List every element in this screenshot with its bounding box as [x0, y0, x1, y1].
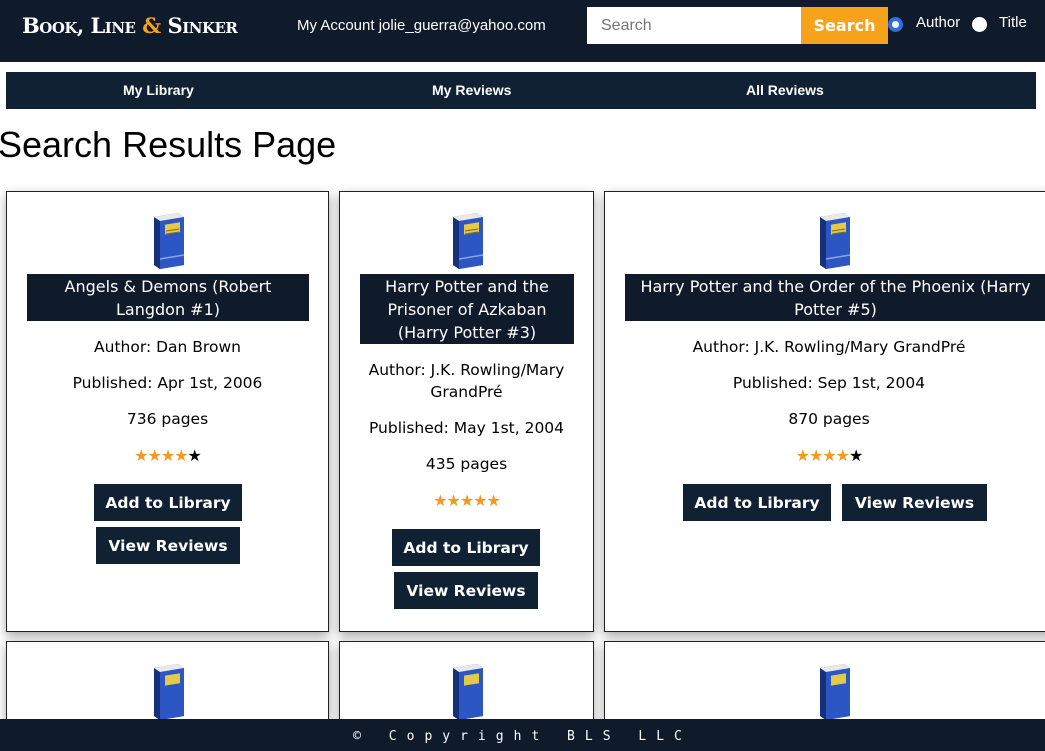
star-icon: ★ — [134, 446, 148, 465]
book-author: Author: J.K. Rowling/Mary GrandPré — [368, 361, 565, 401]
book-card: Harry Potter and the Prisoner of Azkaban… — [339, 191, 594, 632]
book-card: Harry Potter and the Order of the Phoeni… — [604, 191, 1045, 632]
search-input[interactable] — [587, 7, 801, 44]
book-author: Author: Dan Brown — [94, 338, 241, 356]
star-icon: ★ — [147, 446, 161, 465]
book-title[interactable]: Angels & Demons (Robert Langdon #1) — [27, 274, 309, 321]
blue-book-icon — [820, 664, 850, 720]
book-published: Published: Apr 1st, 2006 — [72, 374, 263, 392]
star-icon: ★ — [473, 491, 487, 510]
logo-text-part2: Sinker — [160, 13, 238, 38]
book-card: Angels & Demons (Robert Langdon #1) Auth… — [6, 191, 329, 632]
my-account-link[interactable]: My Account — [297, 17, 375, 34]
radio-author[interactable] — [888, 17, 903, 32]
book-author: Author: J.K. Rowling/Mary GrandPré — [692, 338, 966, 356]
logo-ampersand: & — [142, 13, 161, 38]
blue-book-icon — [820, 213, 851, 269]
star-icon: ★ — [446, 491, 460, 510]
star-icon: ★ — [822, 446, 836, 465]
page-title: Search Results Page — [0, 124, 337, 165]
star-rating: ★★★★★ — [605, 446, 1045, 465]
search-button[interactable]: Search — [801, 7, 888, 44]
star-rating: ★★★★★ — [340, 491, 593, 510]
star-icon: ★ — [459, 491, 474, 510]
view-reviews-button[interactable]: View Reviews — [394, 572, 538, 609]
footer-copyright: © Copyright BLS LLC — [0, 719, 1045, 751]
book-pages: 435 pages — [425, 455, 508, 473]
star-icon: ★ — [160, 446, 175, 465]
add-to-library-button[interactable]: Add to Library — [392, 529, 540, 566]
account-info[interactable]: My Account jolie_guerra@yahoo.com — [297, 17, 546, 34]
book-published: Published: May 1st, 2004 — [368, 419, 565, 437]
star-icon: ★ — [486, 491, 501, 510]
view-reviews-button[interactable]: View Reviews — [842, 484, 987, 521]
blue-book-icon — [154, 213, 185, 269]
nav-my-reviews[interactable]: My Reviews — [432, 82, 511, 98]
account-email: jolie_guerra@yahoo.com — [378, 17, 546, 34]
top-header: Book, Line & Sinker My Account jolie_gue… — [0, 0, 1045, 62]
blue-book-icon — [453, 664, 483, 720]
book-title[interactable]: Harry Potter and the Prisoner of Azkaban… — [360, 274, 574, 344]
star-icon: ★ — [433, 491, 447, 510]
book-pages: 736 pages — [126, 410, 209, 428]
nav-all-reviews[interactable]: All Reviews — [746, 82, 824, 98]
radio-title[interactable] — [972, 17, 987, 32]
book-pages: 870 pages — [788, 410, 870, 428]
book-title[interactable]: Harry Potter and the Order of the Phoeni… — [625, 274, 1045, 321]
blue-book-icon — [154, 664, 184, 720]
blue-book-icon — [453, 213, 484, 269]
add-to-library-button[interactable]: Add to Library — [94, 484, 242, 521]
star-icon: ★ — [174, 446, 188, 465]
site-logo[interactable]: Book, Line & Sinker — [22, 13, 238, 38]
star-icon: ★ — [187, 446, 202, 465]
book-published: Published: Sep 1st, 2004 — [732, 374, 926, 392]
add-to-library-button[interactable]: Add to Library — [683, 484, 831, 521]
nav-my-library[interactable]: My Library — [123, 82, 194, 98]
star-icon: ★ — [835, 446, 850, 465]
star-rating: ★★★★★ — [7, 446, 328, 465]
star-icon: ★ — [849, 446, 863, 465]
star-icon: ★ — [795, 446, 810, 465]
logo-text-part1: Book, Line — [22, 13, 143, 38]
star-icon: ★ — [808, 446, 823, 465]
radio-title-label: Title — [999, 14, 1027, 31]
radio-author-label: Author — [916, 14, 961, 31]
view-reviews-button[interactable]: View Reviews — [96, 527, 240, 564]
main-nav: My Library My Reviews All Reviews — [6, 72, 1036, 109]
